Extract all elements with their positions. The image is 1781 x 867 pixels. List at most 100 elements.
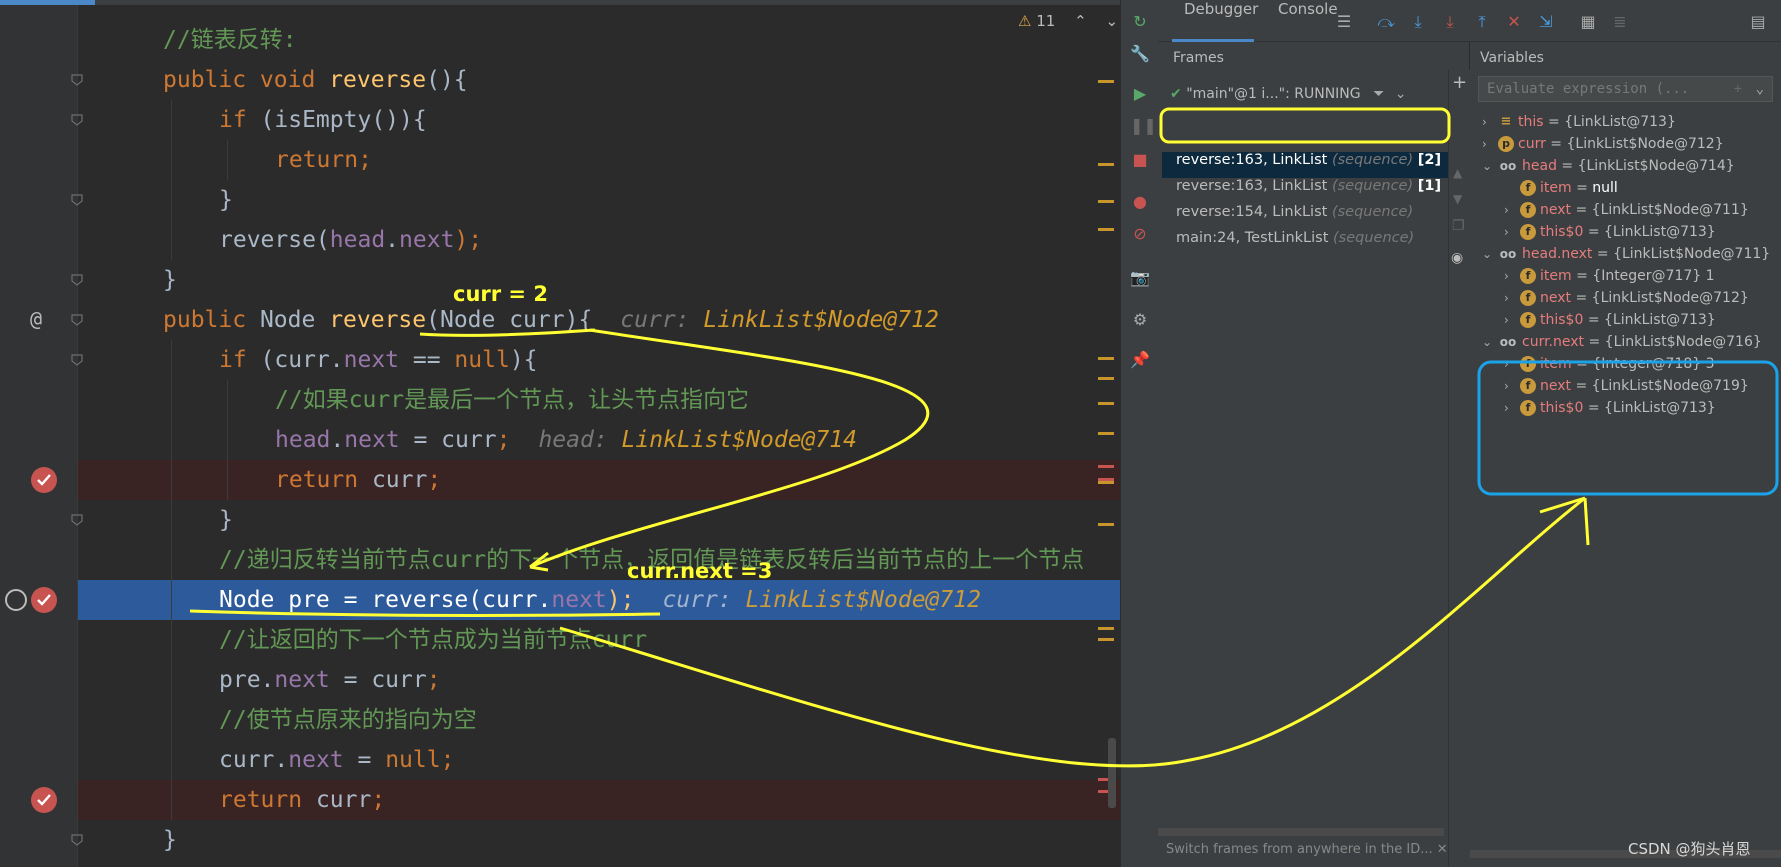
code-line-5[interactable]: } (78, 180, 1120, 220)
expand-chevron-icon[interactable]: › (1504, 401, 1518, 415)
breakpoint-icon[interactable] (31, 787, 57, 813)
code-line-4[interactable]: return; (78, 140, 1120, 180)
rerun-icon[interactable]: ↻ (1130, 12, 1150, 32)
code-line-19[interactable]: curr.next = null; (78, 740, 1120, 780)
eye-icon[interactable]: ◉ (1451, 250, 1463, 266)
code-line-18[interactable]: //使节点原来的指向为空 (78, 700, 1120, 740)
tab-console[interactable]: Console (1266, 0, 1342, 42)
stripe-mark[interactable] (1098, 523, 1114, 526)
step-out-icon[interactable]: ⤒ (1472, 12, 1492, 32)
frame-item[interactable]: reverse:154, LinkList (sequence) (1162, 204, 1452, 230)
chevron-down-icon[interactable]: ⌄ (1395, 86, 1407, 102)
layout-icon[interactable]: ▤ (1748, 12, 1768, 32)
code-line-20[interactable]: return curr; (78, 780, 1120, 820)
stripe-mark[interactable] (1098, 200, 1114, 203)
variable-row[interactable]: › ≡ this = {LinkList@713} (1482, 114, 1676, 138)
wrench-icon[interactable]: 🔧 (1130, 44, 1150, 64)
add-watch-icon[interactable]: + (1734, 77, 1742, 101)
expand-chevron-icon[interactable]: › (1504, 269, 1518, 283)
add-icon[interactable]: + (1452, 72, 1467, 93)
variable-row[interactable]: › f next = {LinkList$Node@711} (1504, 202, 1749, 226)
code-line-6[interactable]: reverse(head.next); (78, 220, 1120, 260)
mute-breakpoints-icon[interactable]: ⊘ (1130, 224, 1150, 244)
variable-row[interactable]: › f item = {Integer@718} 3 (1504, 356, 1715, 380)
expand-chevron-icon[interactable]: › (1504, 379, 1518, 393)
stop-icon[interactable]: ■ (1130, 150, 1150, 170)
stripe-mark[interactable] (1098, 478, 1114, 481)
variable-row[interactable]: › f this$0 = {LinkList@713} (1504, 224, 1716, 248)
expand-chevron-icon[interactable]: › (1482, 115, 1496, 129)
variable-row[interactable]: › f next = {LinkList$Node@719} (1504, 378, 1749, 402)
filter-icon[interactable]: ⏷ (1373, 86, 1384, 102)
variable-row[interactable]: › f item = {Integer@717} 1 (1504, 268, 1715, 292)
override-marker-icon[interactable]: @ (30, 307, 42, 331)
code-line-3[interactable]: if (isEmpty()){ (78, 100, 1120, 140)
chevron-down-icon[interactable]: ⌄ (1756, 77, 1764, 101)
variable-row[interactable]: ⌄ oo head.next = {LinkList$Node@711} (1482, 246, 1770, 270)
stripe-mark[interactable] (1098, 80, 1114, 83)
frames-scrollbar[interactable] (1158, 828, 1444, 836)
thread-selector[interactable]: ✔ "main"@1 i...": RUNNING ⏷ ⌄ (1170, 82, 1440, 106)
stripe-mark[interactable] (1098, 163, 1114, 166)
variable-row[interactable]: › f this$0 = {LinkList@713} (1504, 400, 1716, 424)
frame-item[interactable]: reverse:163, LinkList (sequence) [2] (1162, 152, 1452, 178)
evaluate-expression-input[interactable]: Evaluate expression (... + ⌄ (1478, 76, 1773, 102)
run-to-cursor-icon[interactable]: ⇲ (1536, 12, 1556, 32)
force-step-into-icon[interactable]: ⤓ (1440, 12, 1460, 32)
gear-icon[interactable]: ⚙ (1130, 310, 1150, 330)
expand-chevron-icon[interactable]: ⌄ (1482, 159, 1496, 173)
variable-row[interactable]: f item = null (1504, 180, 1618, 204)
tab-debugger[interactable]: Debugger (1172, 0, 1258, 42)
variable-row[interactable]: › f this$0 = {LinkList@713} (1504, 312, 1716, 336)
breakpoint-icon[interactable] (31, 467, 57, 493)
stripe-mark[interactable] (1098, 402, 1114, 405)
variable-row[interactable]: › p curr = {LinkList$Node@712} (1482, 136, 1724, 160)
close-icon[interactable]: ✕ (1437, 842, 1448, 857)
stripe-mark[interactable] (1098, 228, 1114, 231)
code-line-14[interactable]: //递归反转当前节点curr的下一个节点，返回值是链表反转后当前节点的上一个节点 (78, 540, 1120, 580)
stripe-mark[interactable] (1098, 357, 1114, 360)
variable-row[interactable]: › f next = {LinkList$Node@712} (1504, 290, 1749, 314)
arrow-down-icon[interactable]: ▼ (1453, 192, 1462, 206)
pin-icon[interactable]: 📌 (1130, 350, 1150, 370)
code-line-11[interactable]: head.next = curr; head: LinkList$Node@714 (78, 420, 1120, 460)
code-line-9[interactable]: if (curr.next == null){ (78, 340, 1120, 380)
code-line-15[interactable]: Node pre = reverse(curr.next); curr: Link… (78, 580, 1120, 620)
frame-item[interactable]: reverse:163, LinkList (sequence) [1] (1162, 178, 1452, 204)
chevron-up-icon[interactable]: ⌃ (1074, 12, 1087, 30)
breakpoint-icon[interactable] (31, 587, 57, 613)
code-line-10[interactable]: //如果curr是最后一个节点，让头节点指向它 (78, 380, 1120, 420)
expand-chevron-icon[interactable]: › (1504, 313, 1518, 327)
variable-row[interactable]: ⌄ oo curr.next = {LinkList$Node@716} (1482, 334, 1762, 358)
inspection-widget[interactable]: ⚠ 11 ⌃ ⌄ (1018, 12, 1118, 30)
code-line-7[interactable]: } (78, 260, 1120, 300)
stripe-mark[interactable] (1098, 432, 1114, 435)
code-line-21[interactable]: } (78, 820, 1120, 860)
expand-chevron-icon[interactable]: › (1504, 357, 1518, 371)
stripe-mark[interactable] (1098, 481, 1114, 484)
chevron-down-icon[interactable]: ⌄ (1105, 12, 1118, 30)
code-line-1[interactable]: //链表反转: (78, 20, 1120, 60)
code-line-12[interactable]: return curr; (78, 460, 1120, 500)
expand-chevron-icon[interactable]: › (1504, 225, 1518, 239)
menu-icon[interactable]: ☰ (1334, 12, 1354, 32)
stripe-mark[interactable] (1098, 627, 1114, 630)
expand-chevron-icon[interactable]: ⌄ (1482, 335, 1496, 349)
trace-icon[interactable]: ≣ (1610, 12, 1630, 32)
code-line-2[interactable]: public void reverse(){ (78, 60, 1120, 100)
drop-frame-icon[interactable]: ✕ (1504, 12, 1524, 32)
arrow-up-icon[interactable]: ▲ (1453, 166, 1462, 180)
step-over-icon[interactable]: ⤼ (1376, 12, 1396, 32)
step-into-icon[interactable]: ⤓ (1408, 12, 1428, 32)
stripe-mark[interactable] (1098, 465, 1114, 468)
resume-icon[interactable]: ▶ (1130, 84, 1150, 104)
editor-scrollbar[interactable] (1108, 738, 1116, 808)
expand-chevron-icon[interactable]: › (1504, 203, 1518, 217)
expand-chevron-icon[interactable]: › (1482, 137, 1496, 151)
variable-row[interactable]: ⌄ oo head = {LinkList$Node@714} (1482, 158, 1735, 182)
evaluate-icon[interactable]: ▦ (1578, 12, 1598, 32)
expand-chevron-icon[interactable]: › (1504, 291, 1518, 305)
code-line-13[interactable]: } (78, 500, 1120, 540)
code-line-16[interactable]: //让返回的下一个节点成为当前节点curr (78, 620, 1120, 660)
code-line-8[interactable]: public Node reverse(Node curr){curr: Lin… (78, 300, 1120, 340)
